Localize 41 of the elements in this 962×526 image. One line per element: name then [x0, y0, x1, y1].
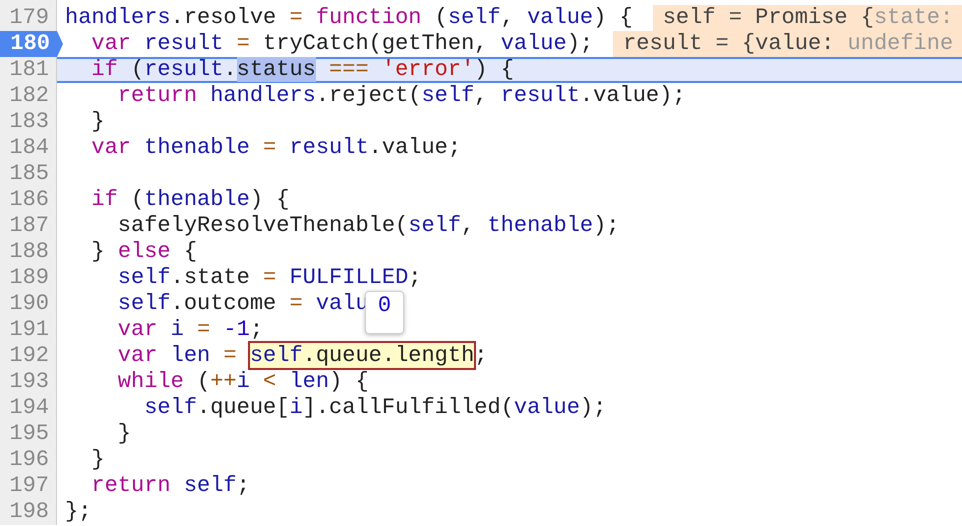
- code-line: }: [90, 447, 105, 473]
- line-number: 183: [8, 109, 50, 135]
- line-number: 192: [8, 343, 50, 369]
- code-line: var i = -1;: [116, 317, 264, 343]
- code-line: };: [65, 499, 92, 525]
- code-line: return self;: [90, 473, 250, 499]
- code-line: }: [116, 421, 132, 447]
- code-line: safelyResolveThenable(self, thenable);: [116, 213, 620, 239]
- line-number: 188: [8, 239, 50, 265]
- code-line: handlers.resolve = function (self, value) {: [65, 5, 633, 31]
- line-number: 181: [8, 57, 50, 83]
- line-number: 196: [8, 447, 50, 473]
- line-number: 195: [8, 421, 50, 447]
- line-number: 186: [8, 187, 50, 213]
- line-number: 193: [8, 369, 50, 395]
- line-number: 194: [8, 395, 50, 421]
- line-number: 189: [8, 265, 50, 291]
- evaluated-expression: self.queue.length: [250, 343, 474, 368]
- inline-value: result = {value: undefine: [613, 31, 962, 57]
- code-line: var result = tryCatch(getThen, value);: [90, 31, 594, 57]
- code-line: if (result.status === 'error') {: [90, 57, 514, 83]
- code-line: }: [90, 109, 105, 135]
- code-line: } else {: [90, 239, 198, 265]
- line-number: 197: [8, 473, 50, 499]
- line-number: 191: [8, 317, 50, 343]
- value-popover: 0: [365, 291, 404, 334]
- line-number: 198: [8, 499, 50, 525]
- line-number: 190: [8, 291, 50, 317]
- code-line: self.queue[i].callFulfilled(value);: [143, 395, 606, 421]
- code-line: var len = self.queue.length;: [116, 343, 488, 369]
- code-line: while (++i < len) {: [116, 369, 369, 395]
- code-line: if (thenable) {: [90, 187, 290, 213]
- inline-value: self = Promise {state:: [652, 5, 962, 31]
- line-number: 182: [8, 83, 50, 109]
- code-line: self.state = FULFILLED;: [116, 265, 422, 291]
- line-number: 184: [8, 135, 50, 161]
- line-number: 187: [8, 213, 50, 239]
- line-number: 179: [8, 5, 50, 31]
- code-line: return handlers.reject(self, result.value);: [116, 83, 686, 109]
- line-number: 185: [8, 161, 50, 187]
- code-line: var thenable = result.value;: [90, 135, 462, 161]
